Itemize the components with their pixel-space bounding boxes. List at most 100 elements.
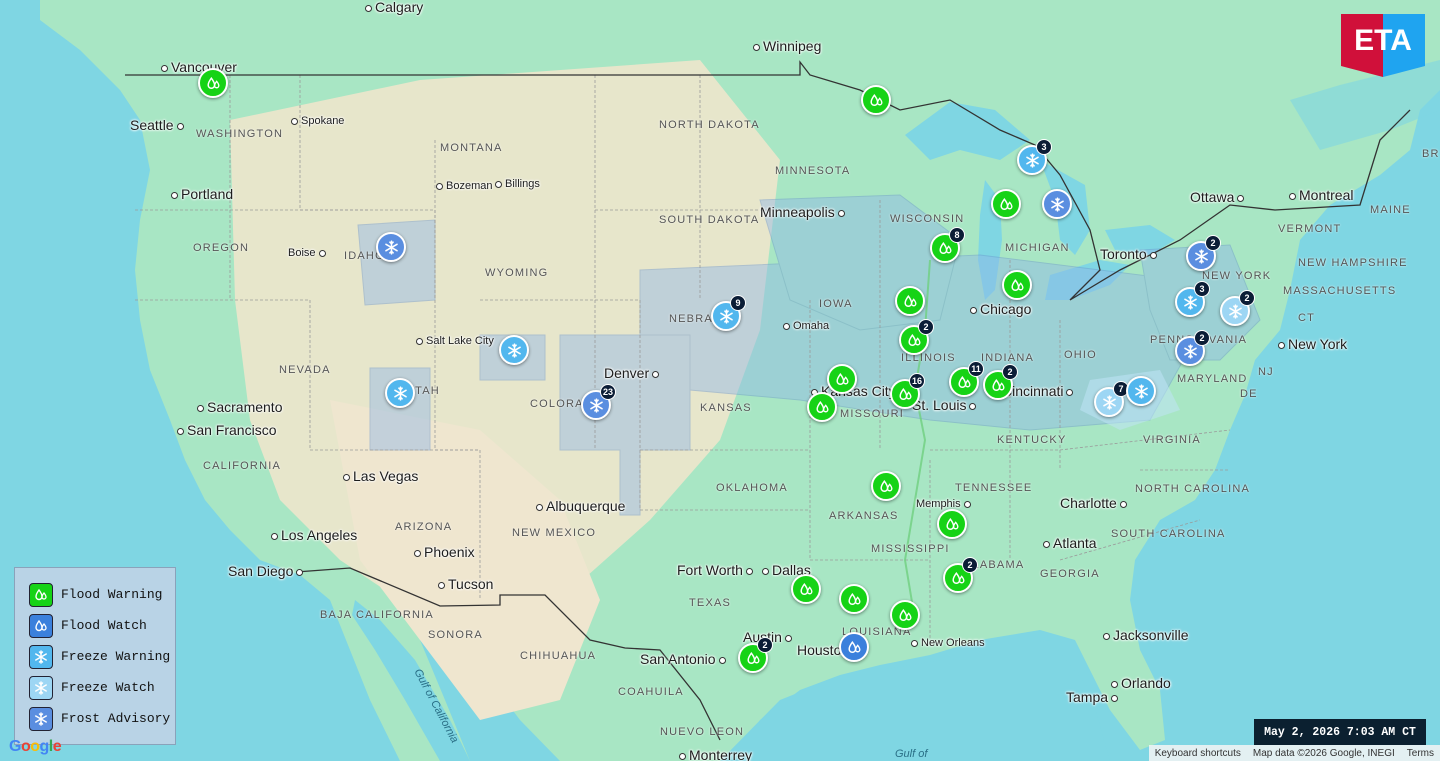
alert-marker-freeze-warning[interactable]: 9 [711,295,746,331]
alert-marker-flood-warning[interactable]: 2 [943,557,978,593]
alert-marker-freeze-warning[interactable] [1126,376,1156,406]
city-dot [1149,251,1157,259]
snowflake-icon [1049,196,1066,213]
alert-marker-flood-warning[interactable]: 2 [738,637,773,673]
alert-marker-flood-warning[interactable] [937,509,967,539]
marker-count-badge: 2 [1239,290,1255,306]
snowflake-icon [588,397,605,414]
city-name: New York [1288,336,1348,352]
city-label: Albuquerque [533,499,625,513]
alert-marker-flood-warning[interactable]: 11 [949,361,984,397]
city-label: Vancouver [158,60,237,74]
city-dot [271,532,278,540]
legend-item-flood-watch: Flood Watch [29,610,175,641]
alert-marker-flood-warning[interactable] [991,189,1021,219]
legend-item-flood-warning: Flood Warning [29,579,175,610]
city-dot [343,473,350,481]
city-label: Portland [168,187,233,201]
alert-marker-flood-warning[interactable]: 8 [930,227,965,263]
alert-marker-freeze-warning[interactable]: 3 [1175,281,1210,317]
region-label: ARIZONA [395,521,453,533]
marker-count-badge: 2 [1205,235,1221,251]
alert-marker-frost-advisory[interactable] [1042,189,1072,219]
terms-link[interactable]: Terms [1407,748,1434,759]
alert-marker-freeze-watch[interactable]: 7 [1094,381,1129,417]
city-name: St. Louis [912,397,967,413]
alert-marker-freeze-warning[interactable] [499,335,529,365]
marker-count-badge: 2 [918,319,934,335]
alert-marker-frost-advisory[interactable] [376,232,406,262]
water-drops-icon [29,582,53,607]
water-drops-icon [990,377,1007,394]
region-label: NEVADA [279,364,331,376]
water-drops-icon [998,196,1015,213]
alert-marker-freeze-warning[interactable]: 3 [1017,139,1052,175]
city-label: Las Vegas [340,469,418,483]
alert-marker-flood-watch[interactable] [839,632,869,662]
city-dot [171,191,178,199]
marker-count-badge: 2 [1194,330,1210,346]
alert-marker-freeze-watch[interactable]: 2 [1220,290,1255,326]
alert-marker-flood-warning[interactable]: 2 [983,364,1018,400]
city-dot [291,117,298,125]
city-name: Spokane [301,115,345,127]
region-label: DE [1240,388,1258,400]
keyboard-shortcuts-link[interactable]: Keyboard shortcuts [1155,748,1241,759]
alert-marker-flood-warning[interactable] [198,68,228,98]
city-dot [1119,500,1127,508]
alert-marker-flood-warning[interactable] [839,584,869,614]
alert-marker-flood-warning[interactable]: 2 [899,319,934,355]
city-label: Montreal [1286,188,1353,202]
weather-alert-map[interactable]: Calgary Vancouver Seattle Spokane Portland Bo… [0,0,1440,761]
water-drops-icon [937,240,954,257]
water-drops-icon [897,386,914,403]
alert-marker-flood-warning[interactable] [871,471,901,501]
alert-marker-frost-advisory[interactable]: 23 [581,384,616,420]
water-drops-icon [868,92,885,109]
region-label: NORTH DAKOTA [659,119,760,131]
alert-marker-flood-warning[interactable] [861,85,891,115]
alert-marker-flood-warning[interactable] [791,574,821,604]
water-drops-icon [956,374,973,391]
eta-logo: ETA [1341,14,1425,77]
city-name: Las Vegas [353,468,419,484]
alert-marker-freeze-warning[interactable] [385,378,415,408]
region-label: NEW MEXICO [512,527,597,539]
alert-marker-flood-warning[interactable] [895,286,925,316]
city-dot [177,427,184,435]
city-label: Seattle [130,118,187,132]
alert-marker-frost-advisory[interactable]: 2 [1186,235,1221,271]
alert-marker-flood-warning[interactable] [1002,270,1032,300]
alert-marker-frost-advisory[interactable]: 2 [1175,330,1210,366]
marker-count-badge: 11 [968,361,984,377]
city-label: San Diego [228,564,306,578]
city-dot [963,500,971,508]
city-dot [197,404,204,412]
city-dot [1066,388,1074,396]
alert-marker-flood-warning[interactable]: 16 [890,373,925,409]
region-label: CHIHUAHUA [520,650,597,662]
legend-item-freeze-warning: Freeze Warning [29,641,175,672]
snowflake-icon [1182,343,1199,360]
city-dot [837,209,845,217]
region-label: MICHIGAN [1005,242,1070,254]
region-label: SONORA [428,629,483,641]
water-drops-icon [834,371,851,388]
region-label: SOUTH DAKOTA [659,214,760,226]
city-label: Cincinnati [1002,384,1076,398]
water-drops-icon [878,478,895,495]
city-dot [296,568,304,576]
city-name: Albuquerque [546,498,626,514]
alert-marker-flood-warning[interactable] [807,392,837,422]
snowflake-icon [718,308,735,325]
alert-marker-flood-warning[interactable] [890,600,920,630]
city-name: New Orleans [921,637,985,649]
snowflake-icon [1227,303,1244,320]
city-label: Salt Lake City [413,336,494,347]
snowflake-icon [392,385,409,402]
water-drops-icon [902,293,919,310]
alert-marker-flood-warning[interactable] [827,364,857,394]
city-name: Los Angeles [281,527,358,543]
city-name: Denver [604,365,650,381]
city-dot [784,634,792,642]
